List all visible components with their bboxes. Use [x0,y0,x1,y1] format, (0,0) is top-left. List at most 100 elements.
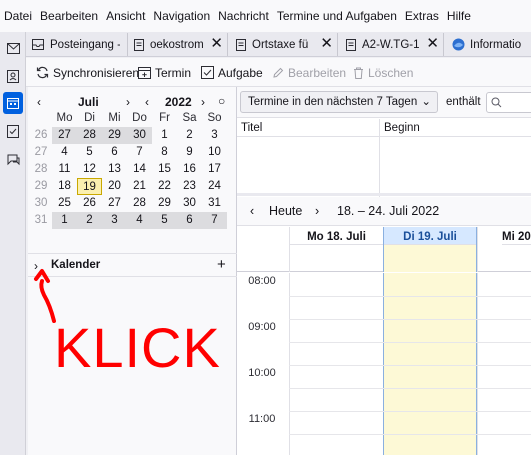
mail-space-button[interactable] [3,37,23,59]
next-week-button[interactable]: › [315,204,319,218]
tab-oekostrom[interactable]: oekostrom ✕ [128,33,228,56]
day-cell[interactable]: 17 [202,161,227,178]
delete-button[interactable]: Löschen [353,64,413,81]
day-cell[interactable]: 6 [177,212,202,229]
next-year-button[interactable]: › [201,95,205,109]
hour-label: 08:00 [248,275,276,287]
event-filter-value: Termine in den nächsten 7 Tagen [248,96,418,108]
day-cell[interactable]: 4 [52,144,77,161]
day-cell[interactable]: 26 [77,195,102,212]
menu-extras[interactable]: Extras [401,9,443,23]
week-number: 26 [34,129,48,141]
today-circle-icon[interactable]: ○ [218,94,225,108]
day-cell[interactable]: 10 [202,144,227,161]
new-event-button[interactable]: Termin [138,64,191,81]
day-cell[interactable]: 7 [127,144,152,161]
day-cell[interactable]: 30 [127,127,152,144]
event-filter-select[interactable]: Termine in den nächsten 7 Tagen ⌄ [240,91,438,113]
day-cell[interactable]: 15 [152,161,177,178]
day-cell[interactable]: 27 [102,195,127,212]
day-cell[interactable]: 9 [177,144,202,161]
day-cell[interactable]: 3 [202,127,227,144]
day-cell[interactable]: 24 [202,178,227,195]
minical-year: 2022 [165,95,192,109]
day-cell[interactable]: 14 [127,161,152,178]
day-cell[interactable]: 7 [202,212,227,229]
day-cell[interactable]: 5 [152,212,177,229]
day-header-mon[interactable]: Mo 18. Juli [289,227,383,272]
day-cell[interactable]: 23 [177,178,202,195]
day-cell[interactable]: 11 [52,161,77,178]
day-cell[interactable]: 12 [77,161,102,178]
menu-termine-aufgaben[interactable]: Termine und Aufgaben [273,9,401,23]
tasks-space-button[interactable] [3,120,23,142]
synchronize-button[interactable]: Synchronisieren [36,64,139,81]
weekday-label: Do [132,112,147,124]
day-cell[interactable]: 6 [102,144,127,161]
day-cell[interactable]: 20 [102,178,127,195]
day-cell[interactable]: 18 [52,178,77,195]
event-search-input[interactable] [486,92,531,113]
edit-label: Bearbeiten [288,65,347,80]
day-header-wed[interactable]: Mi 20. Juli [477,227,531,272]
prev-year-button[interactable]: ‹ [145,95,149,109]
day-cell[interactable]: 19 [77,178,102,195]
day-cell[interactable]: 2 [77,212,102,229]
pane-splitter[interactable] [237,193,531,196]
tab-informationen[interactable]: Informatio [444,33,531,56]
day-cell[interactable]: 27 [52,127,77,144]
week-row: 26 27 28 29 30 1 2 3 [33,127,234,144]
menu-nachricht[interactable]: Nachricht [214,9,273,23]
day-cell[interactable]: 31 [202,195,227,212]
day-cell[interactable]: 22 [152,178,177,195]
menu-ansicht[interactable]: Ansicht [102,9,149,23]
day-cell[interactable]: 1 [52,212,77,229]
mail-icon [6,42,20,54]
tab-posteingang[interactable]: Posteingang - [28,33,128,56]
inbox-icon [32,39,44,50]
column-begin[interactable]: Beginn [384,122,420,134]
today-button[interactable]: Heute [269,204,302,218]
day-cell[interactable]: 21 [127,178,152,195]
half-hour-line [289,296,531,297]
day-cell[interactable]: 30 [177,195,202,212]
tab-ortstaxe[interactable]: Ortstaxe fü ✕ [228,33,338,56]
day-cell[interactable]: 28 [77,127,102,144]
week-time-grid[interactable]: 08:00 09:00 10:00 11:00 [237,273,531,455]
week-number: 29 [34,180,48,192]
prev-month-button[interactable]: ‹ [37,95,41,109]
day-cell[interactable]: 4 [127,212,152,229]
edit-button[interactable]: Bearbeiten [272,64,346,81]
menu-navigation[interactable]: Navigation [149,9,214,23]
close-icon[interactable]: ✕ [426,36,439,51]
close-icon[interactable]: ✕ [320,36,333,51]
tab-a2-wtg[interactable]: A2-W.TG-1 ✕ [338,33,444,56]
day-header-tue[interactable]: Di 19. Juli [383,227,477,272]
close-icon[interactable]: ✕ [210,36,223,51]
calendar-space-button[interactable] [3,92,23,114]
day-cell[interactable]: 25 [52,195,77,212]
day-cell[interactable]: 29 [102,127,127,144]
menu-datei[interactable]: Datei [0,9,36,23]
chat-space-button[interactable] [3,149,23,171]
day-cell[interactable]: 5 [77,144,102,161]
day-cell[interactable]: 29 [152,195,177,212]
day-cell[interactable]: 16 [177,161,202,178]
annotation-text: KLICK [54,316,221,379]
prev-week-button[interactable]: ‹ [250,204,254,218]
day-cell[interactable]: 8 [152,144,177,161]
day-cell[interactable]: 2 [177,127,202,144]
menu-bearbeiten[interactable]: Bearbeiten [36,9,102,23]
next-month-button[interactable]: › [126,95,130,109]
new-event-icon [138,67,151,79]
hour-label: 11:00 [248,413,276,425]
day-cell[interactable]: 1 [152,127,177,144]
day-cell[interactable]: 28 [127,195,152,212]
new-task-label: Aufgabe [218,65,263,80]
column-title[interactable]: Titel [241,122,262,134]
menu-hilfe[interactable]: Hilfe [443,9,475,23]
new-task-button[interactable]: Aufgabe [201,64,263,81]
day-cell[interactable]: 3 [102,212,127,229]
day-cell[interactable]: 13 [102,161,127,178]
addressbook-space-button[interactable] [3,65,23,87]
